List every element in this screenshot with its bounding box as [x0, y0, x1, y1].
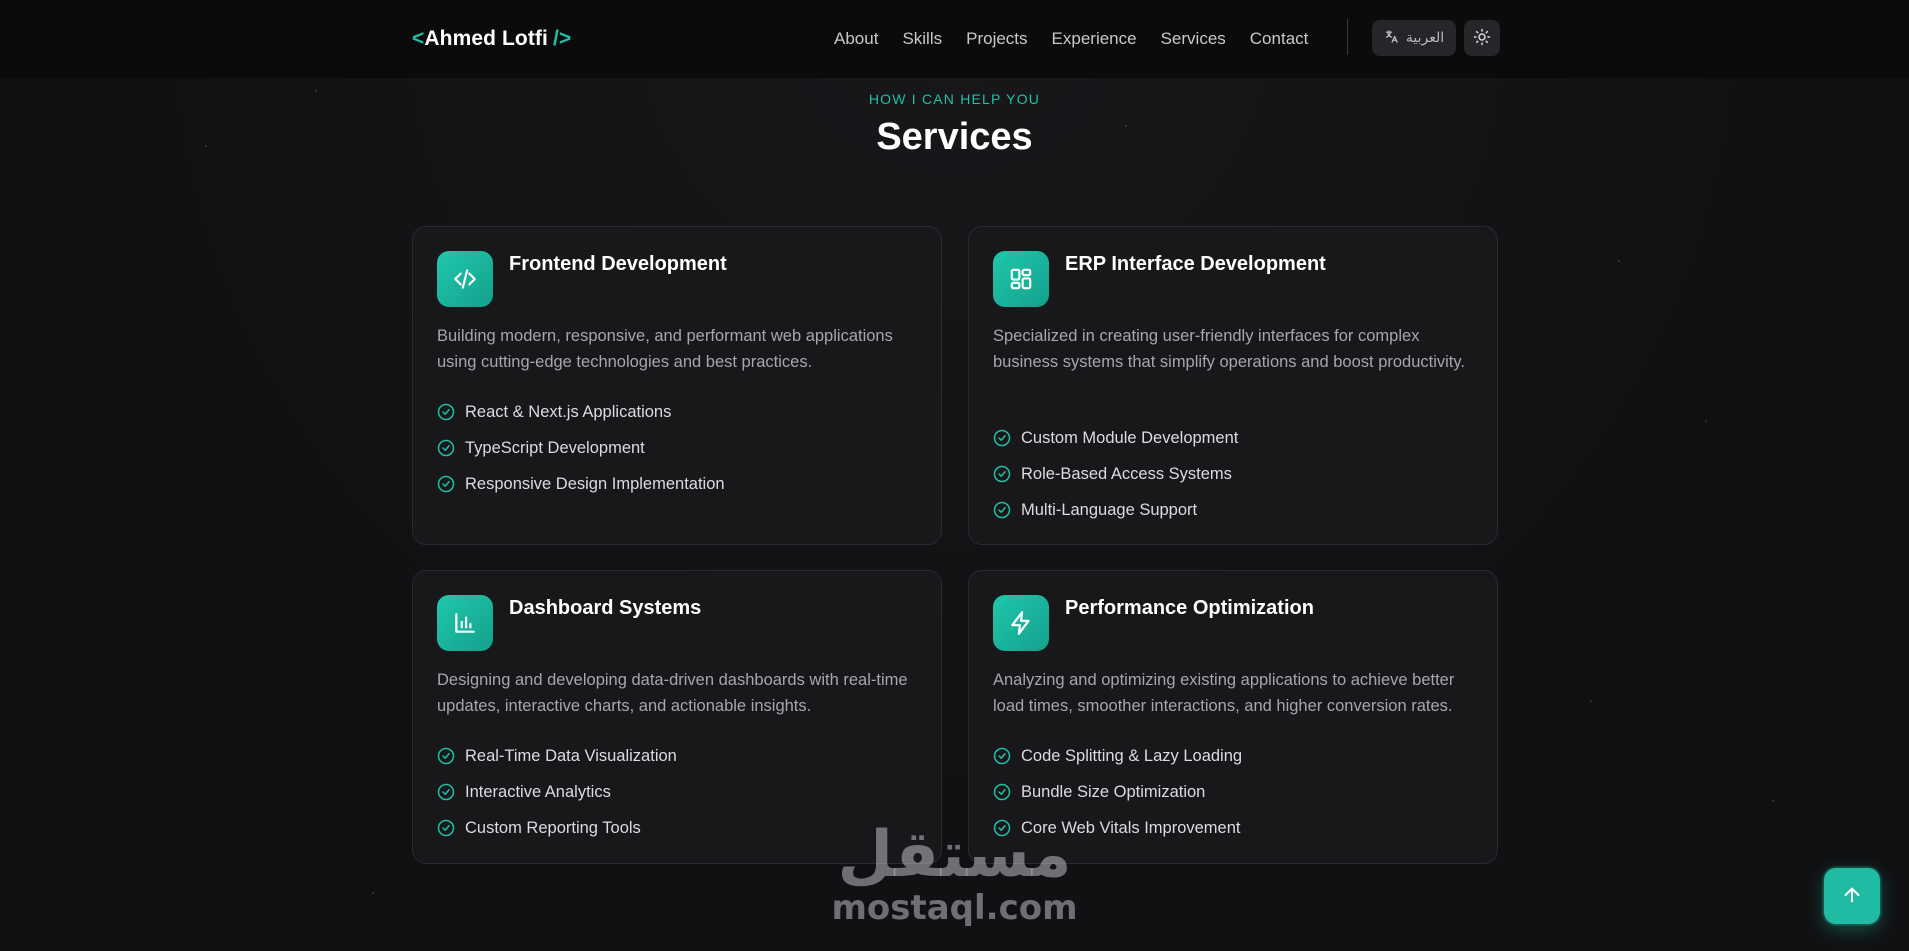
check-circle-icon	[993, 465, 1011, 483]
feature-list: Real-Time Data Visualization Interactive…	[437, 738, 677, 846]
feature-item: Multi-Language Support	[993, 492, 1238, 528]
background-speck	[1590, 700, 1592, 702]
feature-label: React & Next.js Applications	[465, 402, 672, 421]
check-circle-icon	[993, 429, 1011, 447]
brand-name: Ahmed Lotfi	[424, 27, 548, 50]
service-card-dashboard: Dashboard Systems Designing and developi…	[412, 570, 942, 864]
translate-icon	[1384, 29, 1399, 48]
language-toggle-button[interactable]: العربية	[1372, 20, 1456, 56]
code-icon	[437, 251, 493, 307]
feature-item: TypeScript Development	[437, 430, 725, 466]
feature-label: Real-Time Data Visualization	[465, 746, 677, 765]
feature-item: Code Splitting & Lazy Loading	[993, 738, 1242, 774]
service-title: ERP Interface Development	[1065, 253, 1326, 275]
feature-label: Custom Module Development	[1021, 428, 1239, 447]
service-description: Specialized in creating user-friendly in…	[993, 327, 1465, 371]
feature-label: Role-Based Access Systems	[1021, 464, 1232, 483]
nav-link-about[interactable]: About	[834, 29, 878, 49]
background-speck	[1618, 260, 1620, 262]
service-card-erp: ERP Interface Development Specialized in…	[968, 226, 1498, 545]
feature-item: React & Next.js Applications	[437, 394, 725, 430]
nav-link-contact[interactable]: Contact	[1250, 29, 1309, 49]
check-circle-icon	[437, 403, 455, 421]
theme-toggle-button[interactable]	[1464, 20, 1500, 56]
check-circle-icon	[437, 475, 455, 493]
service-description: Analyzing and optimizing existing applic…	[993, 671, 1455, 715]
language-label: العربية	[1405, 30, 1445, 46]
arrow-up-icon	[1841, 884, 1863, 909]
nav-divider	[1347, 19, 1348, 55]
check-circle-icon	[993, 819, 1011, 837]
nav-link-skills[interactable]: Skills	[902, 29, 942, 49]
section-title: Services	[876, 116, 1033, 158]
service-title: Frontend Development	[509, 253, 727, 275]
background-speck	[372, 892, 374, 894]
brand-open-bracket: <	[412, 27, 425, 50]
service-card-performance: Performance Optimization Analyzing and o…	[968, 570, 1498, 864]
check-circle-icon	[437, 819, 455, 837]
feature-item: Real-Time Data Visualization	[437, 738, 677, 774]
background-speck	[1772, 800, 1774, 802]
check-circle-icon	[437, 783, 455, 801]
feature-item: Core Web Vitals Improvement	[993, 810, 1242, 846]
feature-label: Core Web Vitals Improvement	[1021, 818, 1241, 837]
watermark-latin: mostaql.com	[831, 888, 1078, 928]
check-circle-icon	[993, 501, 1011, 519]
feature-item: Bundle Size Optimization	[993, 774, 1242, 810]
nav-link-services[interactable]: Services	[1161, 29, 1226, 49]
feature-item: Custom Reporting Tools	[437, 810, 677, 846]
service-description: Designing and developing data-driven das…	[437, 671, 908, 715]
check-circle-icon	[437, 747, 455, 765]
nav-link-experience[interactable]: Experience	[1052, 29, 1137, 49]
feature-list: Custom Module Development Role-Based Acc…	[993, 420, 1238, 528]
feature-label: TypeScript Development	[465, 438, 645, 457]
check-circle-icon	[437, 439, 455, 457]
nav-links: About Skills Projects Experience Service…	[834, 26, 1308, 52]
feature-label: Responsive Design Implementation	[465, 474, 725, 493]
sun-icon	[1473, 28, 1491, 49]
feature-label: Code Splitting & Lazy Loading	[1021, 746, 1243, 765]
feature-item: Responsive Design Implementation	[437, 466, 725, 502]
check-circle-icon	[993, 747, 1011, 765]
section-eyebrow: HOW I CAN HELP YOU	[868, 91, 1041, 107]
service-title: Dashboard Systems	[509, 597, 702, 619]
feature-item: Role-Based Access Systems	[993, 456, 1238, 492]
check-circle-icon	[993, 783, 1011, 801]
watermark-arabic: مستقل	[837, 818, 1072, 892]
feature-label: Interactive Analytics	[465, 782, 611, 801]
feature-list: Code Splitting & Lazy Loading Bundle Siz…	[993, 738, 1242, 846]
navbar: < Ahmed Lotfi /> About Skills Projects E…	[0, 0, 1909, 78]
service-card-frontend: Frontend Development Building modern, re…	[412, 226, 942, 545]
scroll-to-top-button[interactable]	[1824, 868, 1880, 924]
service-title: Performance Optimization	[1065, 597, 1314, 619]
brand-logo[interactable]: < Ahmed Lotfi />	[412, 24, 571, 54]
background-speck	[1705, 420, 1707, 422]
watermark: مستقل mostaql.com	[0, 820, 1909, 928]
lightning-icon	[993, 595, 1049, 651]
feature-label: Custom Reporting Tools	[465, 818, 641, 837]
feature-list: React & Next.js Applications TypeScript …	[437, 394, 725, 502]
bar-chart-icon	[437, 595, 493, 651]
feature-label: Bundle Size Optimization	[1021, 782, 1206, 801]
brand-close-bracket: />	[552, 27, 572, 50]
feature-item: Interactive Analytics	[437, 774, 677, 810]
feature-item: Custom Module Development	[993, 420, 1238, 456]
layout-grid-icon	[993, 251, 1049, 307]
service-description: Building modern, responsive, and perform…	[437, 327, 893, 371]
nav-link-projects[interactable]: Projects	[966, 29, 1027, 49]
feature-label: Multi-Language Support	[1021, 500, 1198, 519]
page: < Ahmed Lotfi /> About Skills Projects E…	[0, 0, 1909, 951]
